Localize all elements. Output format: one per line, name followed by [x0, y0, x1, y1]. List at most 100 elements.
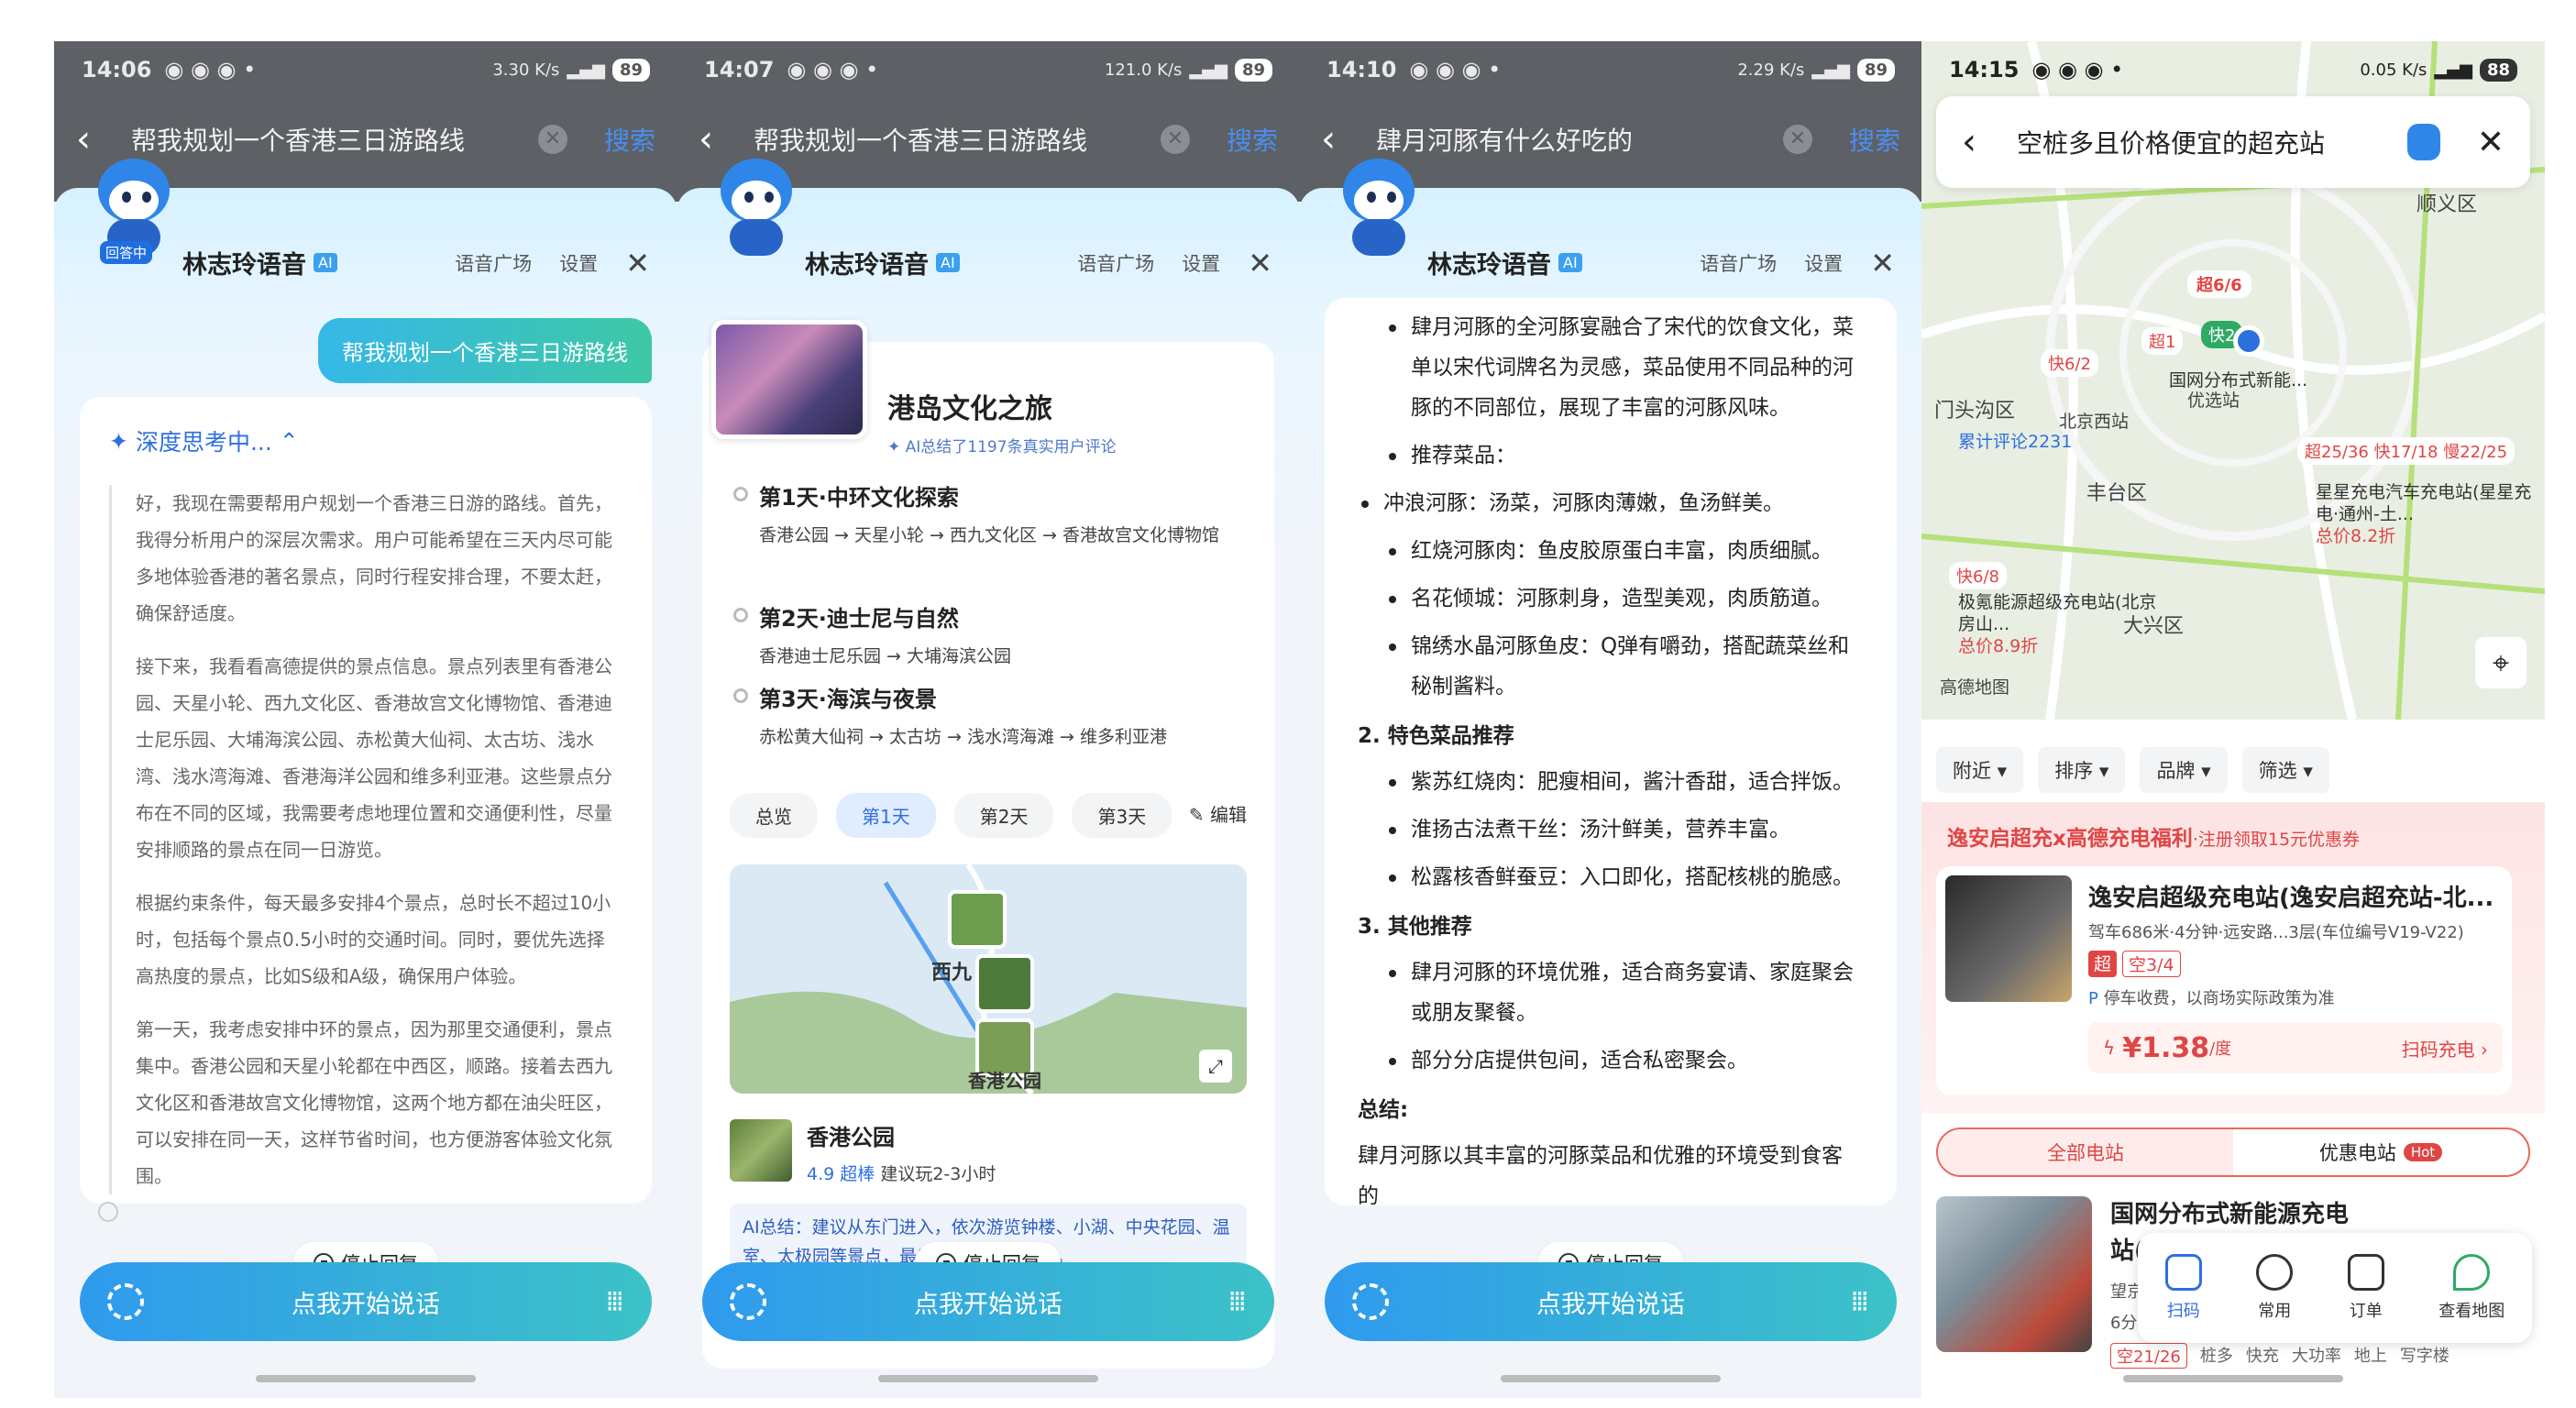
search-query[interactable]: 帮我规划一个香港三日游路线 [754, 121, 1161, 158]
day-route: 香港迪士尼乐园 → 大埔海滨公园 [759, 646, 1011, 666]
filter-brand[interactable]: 品牌 ▾ [2140, 747, 2228, 793]
clock-icon [2256, 1254, 2294, 1291]
promo-title[interactable]: 逸安启超充x高德充电福利·注册领取15元优惠券 [1947, 820, 2360, 852]
close-icon[interactable]: ✕ [625, 246, 650, 280]
keyboard-icon[interactable]: ⁞⁞⁞ [1227, 1286, 1247, 1318]
thinking-paragraph: 好，我现在需要帮用户规划一个香港三日游的路线。首先，我得分析用户的深层次需求。用… [136, 492, 612, 624]
voice-mic-icon[interactable] [2406, 124, 2440, 160]
settings-link[interactable]: 设置 [559, 249, 598, 277]
poi-image [730, 1119, 792, 1182]
keyboard-icon[interactable]: ⁞⁞⁞ [1850, 1286, 1869, 1318]
voice-plaza-link[interactable]: 语音广场 [1700, 249, 1777, 277]
back-icon[interactable]: ‹ [699, 118, 744, 160]
close-icon[interactable]: ✕ [2477, 124, 2504, 161]
talk-button[interactable]: 点我开始说话 ⁞⁞⁞ [80, 1262, 652, 1341]
station-tag: 写字楼 [2399, 1347, 2449, 1366]
tab-day-1[interactable]: 第1天 [836, 793, 936, 838]
net-speed: 0.05 K/s [2360, 60, 2427, 80]
net-speed: 121.0 K/s [1104, 60, 1183, 80]
day-title: 第1天·中环文化探索 [759, 485, 959, 511]
filter-nearby[interactable]: 附近 ▾ [1936, 747, 2024, 793]
station-price: 总价8.9折 [1958, 636, 2039, 656]
refresh-icon[interactable] [107, 1283, 144, 1320]
search-button[interactable]: 搜索 [604, 121, 655, 158]
voice-plaza-link[interactable]: 语音广场 [1077, 249, 1154, 277]
talk-button[interactable]: 点我开始说话 ⁞⁞⁞ [1325, 1262, 1897, 1341]
scan-charge-button[interactable]: 扫码充电 › [2402, 1035, 2488, 1062]
net-speed: 2.29 K/s [1737, 60, 1805, 80]
day-item[interactable]: 第3天·海滨与夜景 赤松黄大仙祠 → 太古坊 → 浅水湾海滩 → 维多利亚港 [733, 681, 1238, 755]
locate-icon[interactable]: ⌖ [2475, 637, 2526, 688]
day-route: 香港公园 → 天星小轮 → 西九文化区 → 香港故宫文化博物馆 [759, 525, 1219, 545]
day-item[interactable]: 第2天·迪士尼与自然 香港迪士尼乐园 → 大埔海滨公园 [733, 600, 1238, 675]
orders-action[interactable]: 订单 [2347, 1254, 2384, 1322]
home-indicator [256, 1375, 476, 1382]
close-icon[interactable]: ✕ [1870, 246, 1895, 280]
answer-bullet: 紫苏红烧肉：肥瘦相间，酱汁香甜，适合拌饭。 [1385, 762, 1860, 802]
close-icon[interactable]: ✕ [1248, 246, 1272, 280]
station-label[interactable]: 国网分布式新能... [2169, 367, 2307, 391]
frequent-action[interactable]: 常用 [2256, 1254, 2294, 1322]
station-label[interactable]: 星星充电汽车充电站(星星充电·通州-土... 总价8.2折 [2316, 481, 2536, 547]
map-pin-label[interactable]: 快6/8 [1949, 562, 2007, 589]
back-icon[interactable]: ‹ [76, 118, 122, 160]
tab-all-stations[interactable]: 全部电站 [1938, 1129, 2233, 1175]
search-button[interactable]: 搜索 [1227, 121, 1278, 158]
settings-link[interactable]: 设置 [1804, 249, 1843, 277]
station-name: 极氪能源超级充电站(北京房山... [1958, 592, 2157, 634]
tab-day-3[interactable]: 第3天 [1072, 793, 1172, 838]
view-map-action[interactable]: 查看地图 [2438, 1254, 2504, 1322]
status-icons: 3.30 K/s ▂▄▆ 89 [492, 58, 650, 82]
station-label[interactable]: 极氪能源超级充电站(北京房山... 总价8.9折 [1958, 591, 2160, 657]
talk-button[interactable]: 点我开始说话 ⁞⁞⁞ [702, 1262, 1274, 1341]
scan-action[interactable]: 扫码 [2164, 1254, 2202, 1322]
refresh-icon[interactable] [1352, 1283, 1389, 1320]
free-slots: 空3/4 [2122, 951, 2181, 977]
filter-more[interactable]: 筛选 ▾ [2241, 747, 2329, 793]
edit-button[interactable]: ✎ 编辑 [1189, 800, 1247, 827]
station-meta: 驾车686米·4分钟·远安路...3层(车位编号V19-V22) [2088, 923, 2464, 942]
back-icon[interactable]: ‹ [1962, 121, 2017, 163]
station-card[interactable]: 逸安启超级充电站(逸安启超充站-北... 驾车686米·4分钟·远安路...3层… [1936, 866, 2512, 1095]
map-pin-label[interactable]: 快6/2 [2041, 349, 2098, 377]
station-price: 总价8.2折 [2316, 526, 2396, 546]
day-item[interactable]: 第1天·中环文化探索 香港公园 → 天星小轮 → 西九文化区 → 香港故宫文化博… [733, 479, 1238, 554]
offer-label: 优惠电站 [2318, 1142, 2396, 1164]
poi-row[interactable]: 香港公园 4.9 超棒 建议玩2-3小时 [730, 1119, 996, 1185]
keyboard-icon[interactable]: ⁞⁞⁞ [605, 1286, 624, 1318]
answering-tag: 回答中 [100, 241, 153, 264]
station-image [1945, 875, 2072, 1002]
map-pin-label[interactable]: 超1 [2141, 327, 2184, 355]
tab-offer-stations[interactable]: 优惠电站 Hot [2233, 1129, 2528, 1175]
answer-bullet: 淮扬古法煮干丝：汤汁鲜美，营养丰富。 [1385, 809, 1860, 850]
clear-icon[interactable]: ✕ [537, 125, 567, 154]
map-pin-label[interactable]: 超25/36 快17/18 慢22/25 [2297, 437, 2515, 465]
signal-icon: ▂▄▆ [567, 60, 605, 80]
promo-subtitle: ·注册领取15元优惠券 [2192, 830, 2361, 850]
clear-icon[interactable]: ✕ [1782, 125, 1812, 154]
search-query[interactable]: 肆月河豚有什么好吃的 [1376, 121, 1783, 158]
search-query[interactable]: 空桩多且价格便宜的超充站 [2017, 124, 2407, 160]
answer-bullet: 红烧河豚肉：鱼皮胶原蛋白丰富，肉质细腻。 [1385, 531, 1860, 571]
filter-sort[interactable]: 排序 ▾ [2038, 747, 2126, 793]
station-name: 逸安启超级充电站(逸安启超充站-北... [2088, 885, 2494, 912]
status-dots: ◉ ◉ ◉ • [1409, 57, 1502, 82]
refresh-icon[interactable] [730, 1283, 766, 1320]
thinking-title[interactable]: ✦ 深度思考中... ⌃ [109, 424, 622, 457]
tab-day-2[interactable]: 第2天 [953, 793, 1054, 838]
tab-overview[interactable]: 总览 [730, 793, 818, 838]
map-pin-label[interactable]: 超6/6 [2187, 270, 2251, 298]
fullscreen-icon[interactable]: ⤢ [1199, 1050, 1232, 1083]
order-icon [2347, 1254, 2384, 1291]
assistant-sheet: 林志玲语音 AI 语音广场 设置 ✕ 帮我规划一个香港三日游路线 ✦ 深度思考中… [54, 188, 677, 1398]
answer-bullet: 推荐菜品： [1385, 435, 1860, 476]
route-map[interactable]: 西九 香港公园 ⤢ [730, 864, 1247, 1094]
voice-plaza-link[interactable]: 语音广场 [455, 249, 532, 277]
settings-link[interactable]: 设置 [1182, 249, 1220, 277]
answer-bullet: 松露核香鲜蚕豆：入口即化，搭配核桃的脆感。 [1385, 857, 1860, 897]
back-icon[interactable]: ‹ [1321, 118, 1367, 160]
map-label: 香港公园 [968, 1070, 1041, 1092]
clear-icon[interactable]: ✕ [1160, 125, 1190, 154]
search-query[interactable]: 帮我规划一个香港三日游路线 [131, 121, 538, 158]
search-button[interactable]: 搜索 [1849, 121, 1900, 158]
